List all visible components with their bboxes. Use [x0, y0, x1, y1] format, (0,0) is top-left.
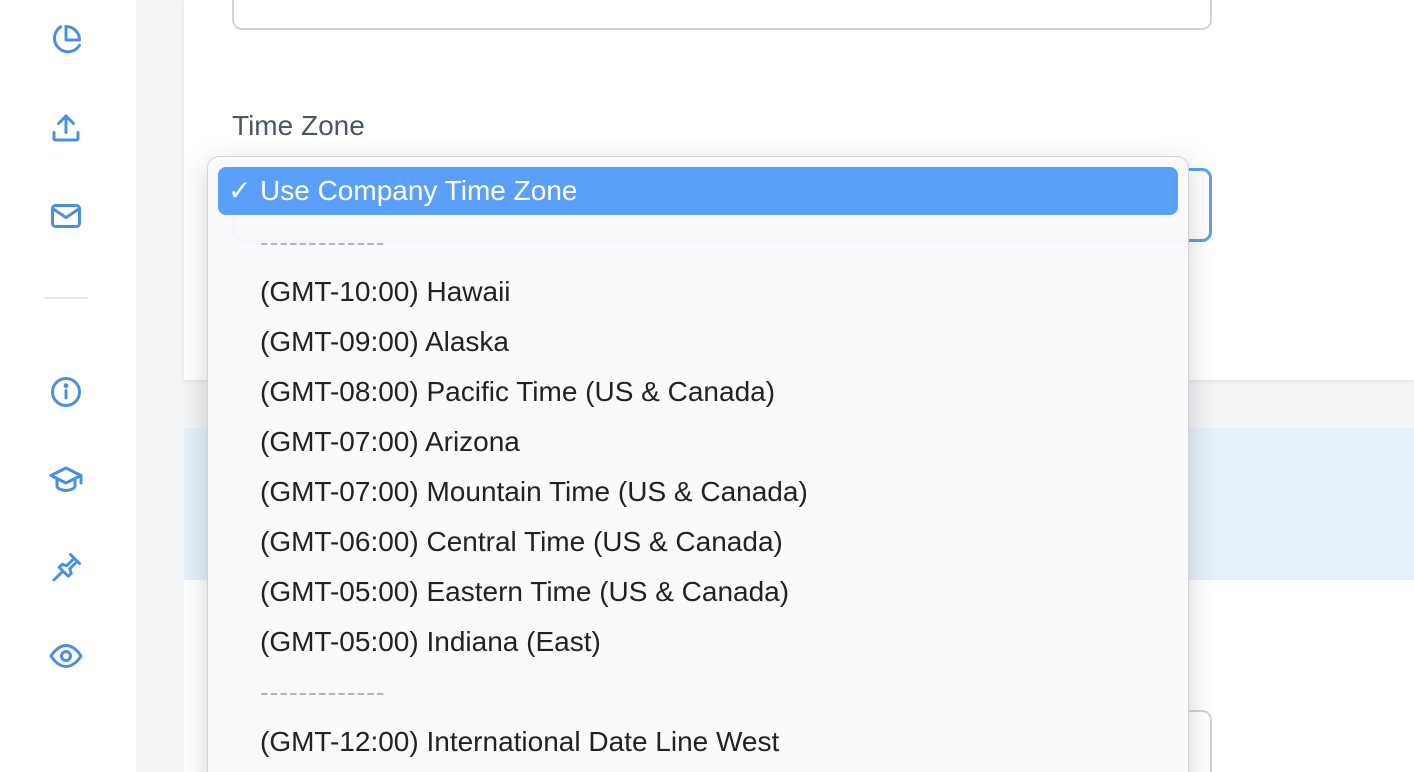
dropdown-option[interactable]: (GMT-05:00) Eastern Time (US & Canada) [218, 568, 1178, 616]
dropdown-option-selected[interactable]: ✓ Use Company Time Zone [218, 167, 1178, 215]
checkmark-icon: ✓ [228, 175, 252, 206]
upload-icon[interactable] [44, 106, 88, 150]
dropdown-option[interactable]: (GMT-07:00) Arizona [218, 418, 1178, 466]
pin-icon[interactable] [44, 546, 88, 590]
dropdown-option[interactable]: (GMT-05:00) Indiana (East) [218, 618, 1178, 666]
dropdown-option[interactable]: (GMT-08:00) Pacific Time (US & Canada) [218, 368, 1178, 416]
dropdown-option[interactable]: (GMT-10:00) Hawaii [218, 268, 1178, 316]
time-zone-label: Time Zone [232, 110, 365, 141]
dropdown-option[interactable]: (GMT-07:00) Mountain Time (US & Canada) [218, 468, 1178, 516]
dropdown-separator: ------------- [260, 677, 386, 707]
sidebar-divider [44, 297, 88, 299]
time-zone-dropdown: ✓ Use Company Time Zone ------------- (G… [207, 156, 1189, 772]
dropdown-option[interactable]: (GMT-12:00) International Date Line West [218, 718, 1178, 766]
eye-icon[interactable] [44, 634, 88, 678]
option-label: Use Company Time Zone [260, 175, 578, 206]
text-area[interactable] [232, 0, 1212, 30]
pie-chart-icon[interactable] [44, 18, 88, 62]
dropdown-option[interactable]: (GMT-09:00) Alaska [218, 318, 1178, 366]
sidebar [0, 0, 136, 772]
mail-icon[interactable] [44, 194, 88, 238]
dropdown-separator: ------------- [260, 227, 386, 257]
dropdown-option[interactable]: (GMT-06:00) Central Time (US & Canada) [218, 518, 1178, 566]
graduation-cap-icon[interactable] [44, 458, 88, 502]
info-icon[interactable] [44, 370, 88, 414]
